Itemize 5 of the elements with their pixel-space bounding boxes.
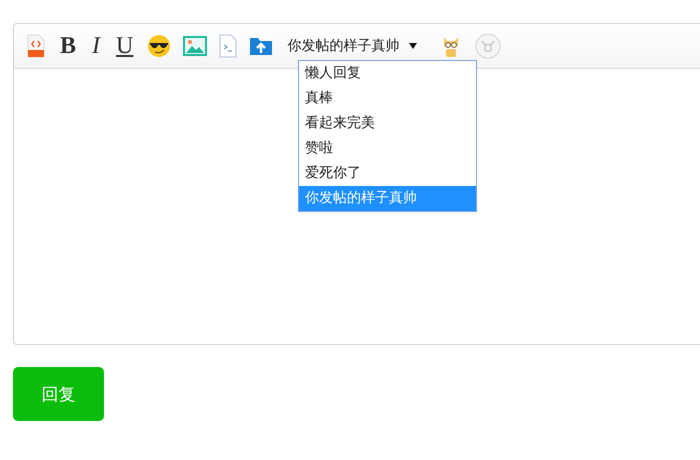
bold-button[interactable]: B	[60, 34, 76, 58]
italic-button[interactable]: I	[92, 34, 100, 58]
reply-template-select[interactable]: 你发帖的样子真帅	[287, 37, 418, 55]
text-editor[interactable]: B I U 你发帖的样子真帅 懒人回复 真棒 看起来完美 赞啦 爱死你了 你发帖的样子真帅	[13, 23, 700, 345]
underline-button[interactable]: U	[116, 34, 134, 58]
